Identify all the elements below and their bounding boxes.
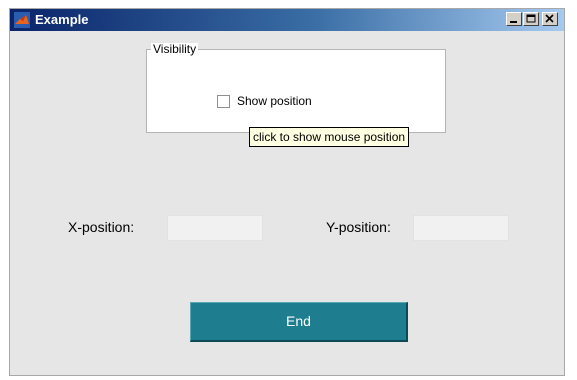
y-position-label: Y-position: <box>326 219 391 235</box>
matlab-icon <box>14 12 30 28</box>
tooltip: click to show mouse position <box>249 127 410 147</box>
visibility-panel: Visibility Show position <box>146 43 446 133</box>
close-button[interactable] <box>542 12 558 26</box>
close-icon <box>545 14 554 23</box>
title-bar[interactable]: Example <box>10 9 564 31</box>
maximize-icon <box>526 14 536 23</box>
x-position-field <box>167 215 263 241</box>
figure-window: Example Visibility Show position click t… <box>9 8 565 376</box>
x-position-label: X-position: <box>68 219 135 235</box>
window-title: Example <box>35 12 89 27</box>
panel-title: Visibility <box>151 42 199 56</box>
show-position-label[interactable]: Show position <box>237 94 312 108</box>
show-position-checkbox[interactable] <box>217 95 230 108</box>
maximize-button[interactable] <box>523 12 539 26</box>
y-position-field <box>413 215 509 241</box>
minimize-button[interactable] <box>506 12 522 26</box>
minimize-icon <box>510 21 517 23</box>
end-button[interactable]: End <box>190 302 408 342</box>
